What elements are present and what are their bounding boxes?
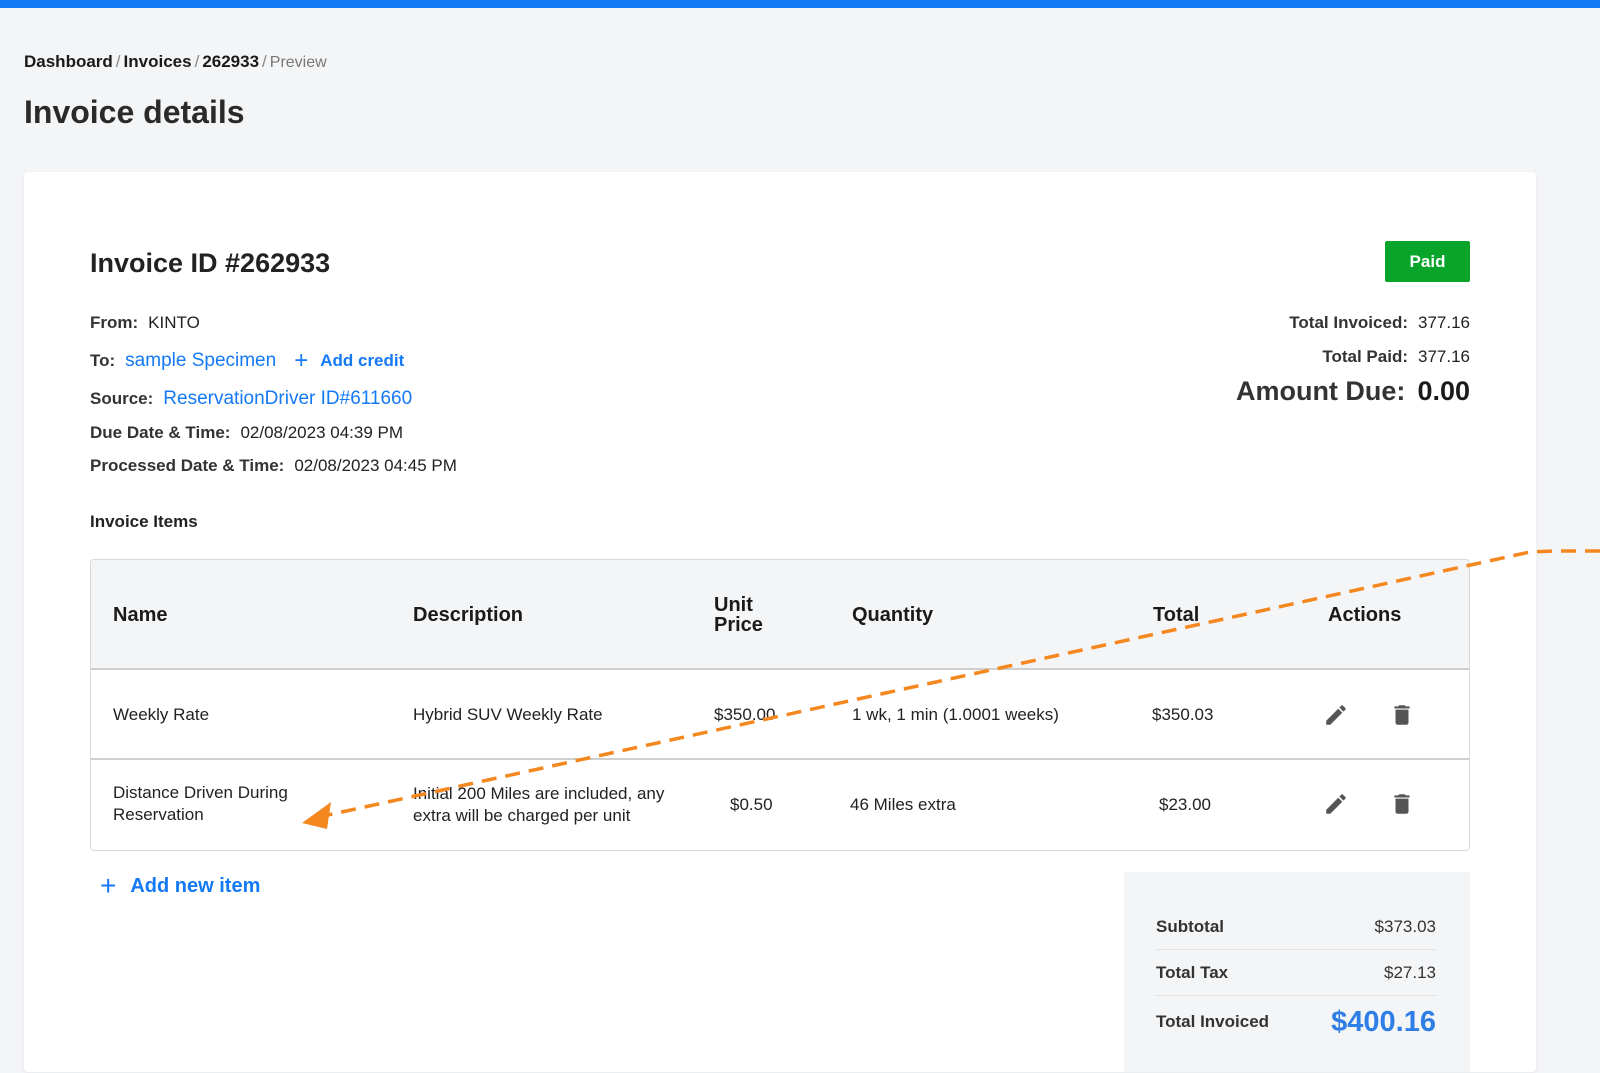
table-row: Weekly Rate Hybrid SUV Weekly Rate $350.…	[91, 670, 1469, 760]
status-badge: Paid	[1385, 241, 1470, 282]
total-paid-value: 377.16	[1418, 347, 1470, 366]
page-title: Invoice details	[24, 94, 245, 130]
total-invoiced-summary-row: Total Invoiced $400.16	[1156, 997, 1436, 1047]
column-header-quantity: Quantity	[852, 604, 934, 626]
invoice-items-title: Invoice Items	[90, 512, 198, 531]
total-invoiced-summary-label: Total Invoiced	[1156, 1012, 1270, 1031]
customer-link[interactable]: sample Specimen	[125, 350, 276, 372]
row-total: $350.03	[1152, 705, 1214, 724]
processed-date-label: Processed Date & Time:	[90, 456, 285, 475]
row-description: Initial 200 Miles are included, any extr…	[413, 784, 665, 825]
amount-due-value: 0.00	[1417, 376, 1470, 406]
from-row: From: KINTO	[90, 313, 200, 333]
column-header-actions: Actions	[1328, 604, 1402, 626]
plus-icon: +	[294, 347, 309, 374]
total-invoiced-summary-value: $400.16	[1331, 1005, 1436, 1038]
total-invoiced-row: Total Invoiced: 377.16	[1289, 313, 1470, 333]
row-name: Distance Driven During Reservation	[113, 783, 288, 824]
delete-button[interactable]	[1387, 789, 1417, 819]
pencil-icon	[1326, 794, 1346, 814]
invoice-id-heading: Invoice ID #262933	[90, 248, 331, 278]
due-date-label: Due Date & Time:	[90, 423, 231, 442]
from-label: From:	[90, 313, 139, 332]
row-quantity: 1 wk, 1 min (1.0001 weeks)	[852, 705, 1059, 724]
delete-button[interactable]	[1387, 700, 1417, 730]
total-paid-row: Total Paid: 377.16	[1322, 347, 1470, 367]
amount-due-label: Amount Due:	[1235, 376, 1406, 406]
column-header-total: Total	[1153, 604, 1200, 626]
amount-due-row: Amount Due: 0.00	[1236, 376, 1470, 407]
total-tax-row: Total Tax $27.13	[1156, 951, 1436, 996]
top-accent-bar	[0, 0, 1600, 8]
breadcrumb-separator: /	[262, 52, 267, 71]
due-date-value: 02/08/2023 04:39 PM	[240, 423, 404, 442]
add-credit-label: Add credit	[320, 351, 405, 370]
source-link[interactable]: ReservationDriver ID#611660	[163, 388, 412, 410]
edit-button[interactable]	[1321, 700, 1351, 730]
invoice-summary: Subtotal $373.03 Total Tax $27.13 Total …	[1124, 872, 1470, 1072]
invoice-items-table: Name Description Unit Price Quantity Tot…	[90, 559, 1470, 851]
to-label: To:	[90, 351, 116, 370]
due-date-row: Due Date & Time: 02/08/2023 04:39 PM	[90, 423, 403, 443]
subtotal-label: Subtotal	[1156, 917, 1224, 936]
breadcrumb-current: Preview	[269, 54, 327, 71]
from-value: KINTO	[148, 313, 200, 332]
column-header-unit-price: Unit Price	[714, 594, 763, 636]
plus-icon: +	[100, 870, 117, 901]
row-name: Weekly Rate	[113, 705, 210, 724]
to-row: To: sample Specimen + Add credit	[90, 349, 404, 373]
breadcrumb-invoice-id[interactable]: 262933	[202, 52, 259, 72]
invoice-card: Invoice ID #262933 Paid From: KINTO To: …	[24, 172, 1536, 1072]
total-tax-value: $27.13	[1384, 963, 1436, 982]
total-paid-label: Total Paid:	[1322, 347, 1408, 366]
subtotal-row: Subtotal $373.03	[1156, 905, 1436, 950]
total-tax-label: Total Tax	[1156, 963, 1229, 982]
breadcrumb-separator: /	[115, 52, 121, 71]
breadcrumb-invoices[interactable]: Invoices	[124, 52, 192, 72]
row-total: $23.00	[1159, 795, 1211, 814]
breadcrumb: Dashboard / Invoices / 262933 / Preview	[24, 52, 327, 72]
breadcrumb-separator: /	[194, 52, 200, 71]
subtotal-value: $373.03	[1374, 917, 1436, 936]
total-invoiced-value: 377.16	[1418, 313, 1470, 332]
trash-icon	[1394, 794, 1410, 814]
row-description: Hybrid SUV Weekly Rate	[413, 705, 603, 724]
breadcrumb-dashboard[interactable]: Dashboard	[24, 52, 113, 72]
add-credit-button[interactable]: + Add credit	[294, 349, 404, 373]
pencil-icon	[1326, 705, 1346, 725]
row-unit-price: $0.50	[730, 795, 773, 814]
total-invoiced-label: Total Invoiced:	[1289, 313, 1408, 332]
source-label: Source:	[90, 389, 154, 408]
add-new-item-button[interactable]: + Add new item	[100, 872, 260, 900]
processed-date-value: 02/08/2023 04:45 PM	[294, 456, 457, 475]
column-header-name: Name	[113, 604, 168, 626]
add-new-item-label: Add new item	[130, 874, 261, 897]
processed-date-row: Processed Date & Time: 02/08/2023 04:45 …	[90, 456, 457, 476]
row-quantity: 46 Miles extra	[850, 795, 956, 814]
row-unit-price: $350.00	[714, 705, 776, 724]
table-row: Distance Driven During Reservation Initi…	[91, 761, 1469, 850]
table-header: Name Description Unit Price Quantity Tot…	[91, 560, 1469, 670]
column-header-description: Description	[413, 604, 524, 626]
trash-icon	[1394, 705, 1410, 725]
edit-button[interactable]	[1321, 789, 1351, 819]
source-row: Source: ReservationDriver ID#611660	[90, 388, 412, 410]
